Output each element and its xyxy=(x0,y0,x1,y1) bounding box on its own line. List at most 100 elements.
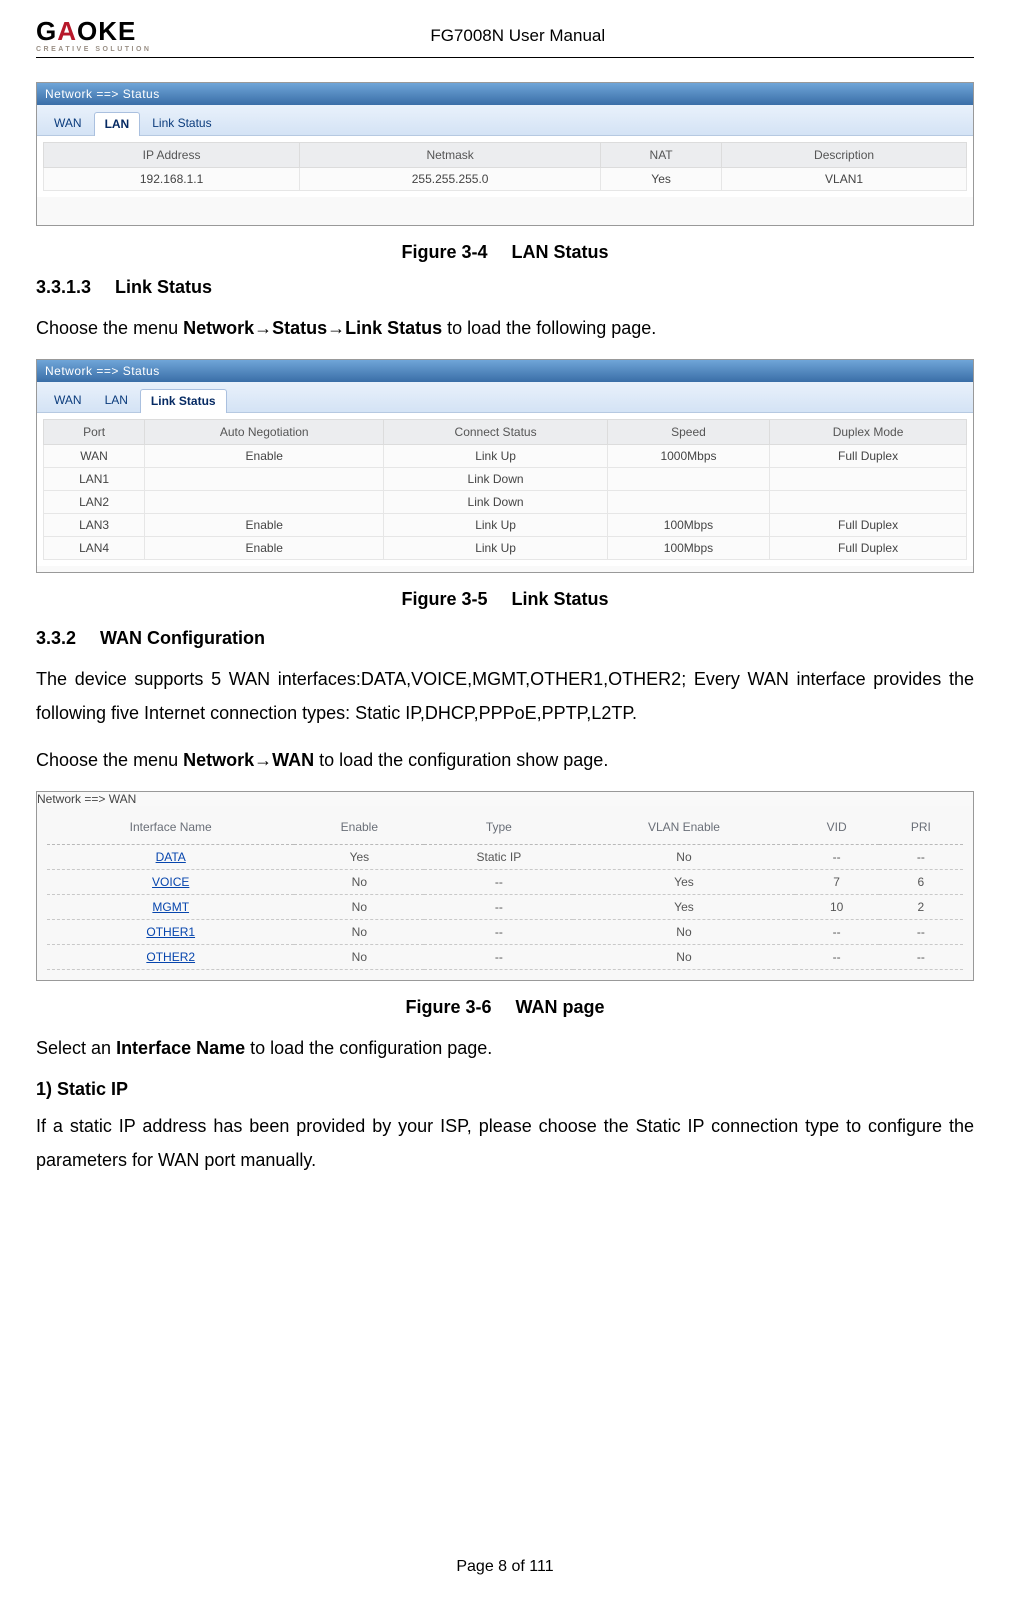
term: Interface Name xyxy=(116,1038,245,1058)
interface-link-mgmt[interactable]: MGMT xyxy=(152,900,189,914)
section-number: 3.3.1.3 xyxy=(36,277,91,297)
table-cell: Yes xyxy=(573,870,794,895)
text: to load the following page. xyxy=(442,318,656,338)
logo-tagline: CREATIVE SOLUTION xyxy=(36,46,151,53)
table-cell: LAN3 xyxy=(44,514,145,537)
column-header: Auto Negotiation xyxy=(145,420,384,445)
table-cell: 192.168.1.1 xyxy=(44,168,300,191)
doc-header: GAOKE CREATIVE SOLUTION FG7008N User Man… xyxy=(36,18,974,58)
text: Choose the menu xyxy=(36,318,183,338)
table-cell: No xyxy=(294,895,424,920)
table-cell: No xyxy=(294,945,424,970)
paragraph: The device supports 5 WAN interfaces:DAT… xyxy=(36,663,974,730)
figure-caption: Figure 3-6 WAN page xyxy=(36,997,974,1018)
table-cell: LAN1 xyxy=(44,468,145,491)
figure-number: Figure 3-6 xyxy=(405,997,491,1017)
column-header: IP Address xyxy=(44,143,300,168)
tab-wan[interactable]: WAN xyxy=(43,388,93,412)
section-title: Link Status xyxy=(115,277,212,297)
column-header: Description xyxy=(722,143,967,168)
column-header: VLAN Enable xyxy=(573,812,794,845)
link-status-table: PortAuto NegotiationConnect StatusSpeedD… xyxy=(43,419,967,560)
wan-interface-table: Interface NameEnableTypeVLAN EnableVIDPR… xyxy=(47,812,963,970)
table-cell: -- xyxy=(424,945,573,970)
interface-link-data[interactable]: DATA xyxy=(156,850,186,864)
table-cell: Full Duplex xyxy=(770,514,967,537)
figure-title: WAN page xyxy=(516,997,605,1017)
table-cell: 6 xyxy=(879,870,963,895)
table-cell: 10 xyxy=(795,895,879,920)
lan-status-screenshot: Network ==> Status WANLANLink Status IP … xyxy=(36,82,974,226)
breadcrumb: Network ==> Status xyxy=(37,360,973,382)
text: to load the configuration page. xyxy=(245,1038,492,1058)
column-header: NAT xyxy=(601,143,722,168)
sub-heading: 1) Static IP xyxy=(36,1079,974,1100)
table-cell: Enable xyxy=(145,537,384,560)
table-cell: OTHER2 xyxy=(47,945,294,970)
table-cell: -- xyxy=(879,945,963,970)
table-cell: No xyxy=(294,920,424,945)
figure-title: Link Status xyxy=(512,589,609,609)
tab-link-status[interactable]: Link Status xyxy=(140,389,227,413)
interface-link-voice[interactable]: VOICE xyxy=(152,875,189,889)
interface-link-other2[interactable]: OTHER2 xyxy=(146,950,195,964)
table-cell: -- xyxy=(424,870,573,895)
column-header: PRI xyxy=(879,812,963,845)
table-cell: -- xyxy=(424,920,573,945)
table-row: DATAYesStatic IPNo---- xyxy=(47,845,963,870)
table-row: LAN4EnableLink Up100MbpsFull Duplex xyxy=(44,537,967,560)
wan-page-screenshot: Network ==> WAN Interface NameEnableType… xyxy=(36,791,974,981)
table-row: 192.168.1.1255.255.255.0YesVLAN1 xyxy=(44,168,967,191)
table-cell: Full Duplex xyxy=(770,537,967,560)
table-cell: Yes xyxy=(294,845,424,870)
column-header: Netmask xyxy=(300,143,601,168)
table-cell: 255.255.255.0 xyxy=(300,168,601,191)
column-header: Speed xyxy=(607,420,769,445)
table-cell: Yes xyxy=(573,895,794,920)
column-header: VID xyxy=(795,812,879,845)
table-cell: No xyxy=(294,870,424,895)
text: Choose the menu xyxy=(36,750,183,770)
link-status-screenshot: Network ==> Status WANLANLink Status Por… xyxy=(36,359,974,573)
figure-caption: Figure 3-4 LAN Status xyxy=(36,242,974,263)
table-cell: LAN2 xyxy=(44,491,145,514)
figure-number: Figure 3-4 xyxy=(401,242,487,262)
tab-lan[interactable]: LAN xyxy=(94,388,139,412)
table-cell: Static IP xyxy=(424,845,573,870)
table-cell: No xyxy=(573,945,794,970)
tab-link-status[interactable]: Link Status xyxy=(141,111,222,135)
table-cell xyxy=(770,468,967,491)
table-cell: No xyxy=(573,845,794,870)
table-cell: 100Mbps xyxy=(607,514,769,537)
table-cell: MGMT xyxy=(47,895,294,920)
interface-link-other1[interactable]: OTHER1 xyxy=(146,925,195,939)
table-cell: DATA xyxy=(47,845,294,870)
figure-title: LAN Status xyxy=(512,242,609,262)
section-heading: 3.3.2WAN Configuration xyxy=(36,628,974,649)
column-header: Type xyxy=(424,812,573,845)
paragraph: Choose the menu Network→Status→Link Stat… xyxy=(36,312,974,345)
tab-wan[interactable]: WAN xyxy=(43,111,93,135)
lan-status-table: IP AddressNetmaskNATDescription192.168.1… xyxy=(43,142,967,191)
table-cell: -- xyxy=(879,845,963,870)
figure-caption: Figure 3-5Link Status xyxy=(36,589,974,610)
table-cell: Link Down xyxy=(384,491,607,514)
table-cell: Enable xyxy=(145,514,384,537)
table-cell: -- xyxy=(879,920,963,945)
table-row: OTHER2No--No---- xyxy=(47,945,963,970)
table-cell: 2 xyxy=(879,895,963,920)
text: Select an xyxy=(36,1038,116,1058)
status-tabs: WANLANLink Status xyxy=(37,382,973,413)
status-tabs: WANLANLink Status xyxy=(37,105,973,136)
paragraph: Choose the menu Network→WAN to load the … xyxy=(36,744,974,777)
paragraph: If a static IP address has been provided… xyxy=(36,1110,974,1177)
tab-lan[interactable]: LAN xyxy=(94,112,141,136)
menu-path: Network→WAN xyxy=(183,750,314,770)
table-cell: 100Mbps xyxy=(607,537,769,560)
table-cell: 1000Mbps xyxy=(607,445,769,468)
table-cell: -- xyxy=(795,845,879,870)
table-cell: No xyxy=(573,920,794,945)
table-cell: 7 xyxy=(795,870,879,895)
table-cell xyxy=(607,468,769,491)
logo-letter-accent: A xyxy=(57,16,77,46)
